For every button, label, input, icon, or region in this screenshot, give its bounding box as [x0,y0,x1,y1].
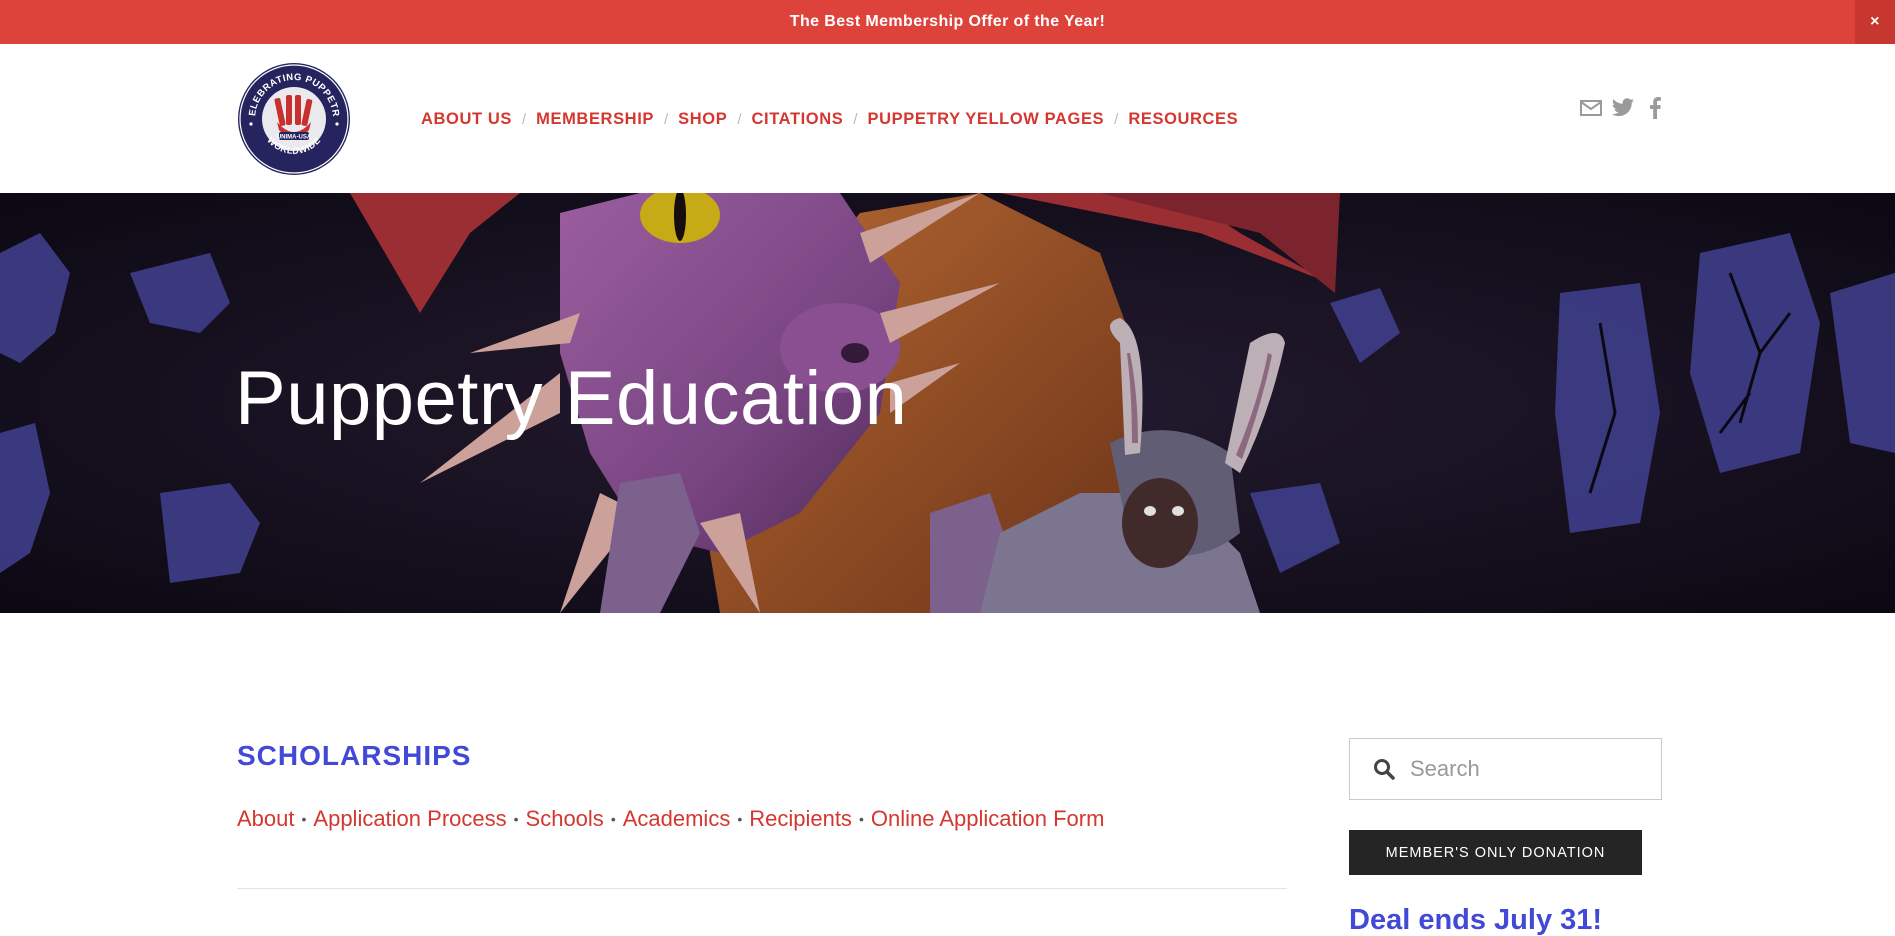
nav-separator: / [853,110,858,128]
logo-emblem-icon: UNIMA-USA CELEBRATING PUPPETRY WORLDWIDE [233,54,350,175]
subnav-academics[interactable]: Academics [623,806,731,832]
nav-separator: / [737,110,742,128]
content-divider [237,888,1287,889]
nav-separator: / [521,110,527,128]
members-only-donation-button[interactable]: MEMBER'S ONLY DONATION [1349,830,1642,875]
subnav-about[interactable]: About [237,806,295,832]
nav-item-membership[interactable]: MEMBERSHIP [536,110,654,129]
page-title: Puppetry Education [235,356,908,441]
nav-item-puppetry-yellow-pages[interactable]: PUPPETRY YELLOW PAGES [868,110,1105,129]
nav-item-citations[interactable]: CITATIONS [752,110,844,129]
sidebar-search [1349,738,1662,800]
hero-banner: Puppetry Education [0,193,1895,613]
nav-item-shop[interactable]: SHOP [678,110,727,129]
search-input[interactable] [1410,756,1650,782]
subnav-separator: • [610,811,616,827]
nav-separator: / [1114,110,1119,128]
facebook-icon[interactable] [1643,96,1667,120]
section-title-scholarships: SCHOLARSHIPS [237,740,472,771]
announcement-close-button[interactable]: × [1855,0,1895,44]
subnav-separator: • [858,811,864,827]
deal-headline: Deal ends July 31! [1349,904,1603,936]
subnav-schools[interactable]: Schools [526,806,604,832]
subnav-application-process[interactable]: Application Process [313,806,506,832]
nav-item-about-us[interactable]: ABOUT US [421,110,512,129]
announcement-text[interactable]: The Best Membership Offer of the Year! [790,13,1105,31]
subnav-separator: • [737,811,743,827]
nav-item-resources[interactable]: RESOURCES [1128,110,1238,129]
scholarship-subnav: About • Application Process • Schools • … [237,806,1104,832]
subnav-online-application-form[interactable]: Online Application Form [871,806,1105,832]
announcement-bar: The Best Membership Offer of the Year! × [0,0,1895,44]
twitter-icon[interactable] [1611,96,1635,120]
subnav-separator: • [301,811,307,827]
search-icon[interactable] [1372,757,1396,781]
social-links [1579,96,1667,120]
nav-separator: / [663,110,669,128]
subnav-recipients[interactable]: Recipients [749,806,852,832]
site-logo[interactable]: UNIMA-USA CELEBRATING PUPPETRY WORLDWIDE [233,54,351,176]
logo-badge-text: UNIMA-USA [277,135,312,141]
subnav-separator: • [513,811,519,827]
mail-icon[interactable] [1579,96,1603,120]
main-nav: ABOUT US / MEMBERSHIP / SHOP / CITATIONS… [421,108,1238,130]
site-header: UNIMA-USA CELEBRATING PUPPETRY WORLDWIDE… [0,44,1895,193]
